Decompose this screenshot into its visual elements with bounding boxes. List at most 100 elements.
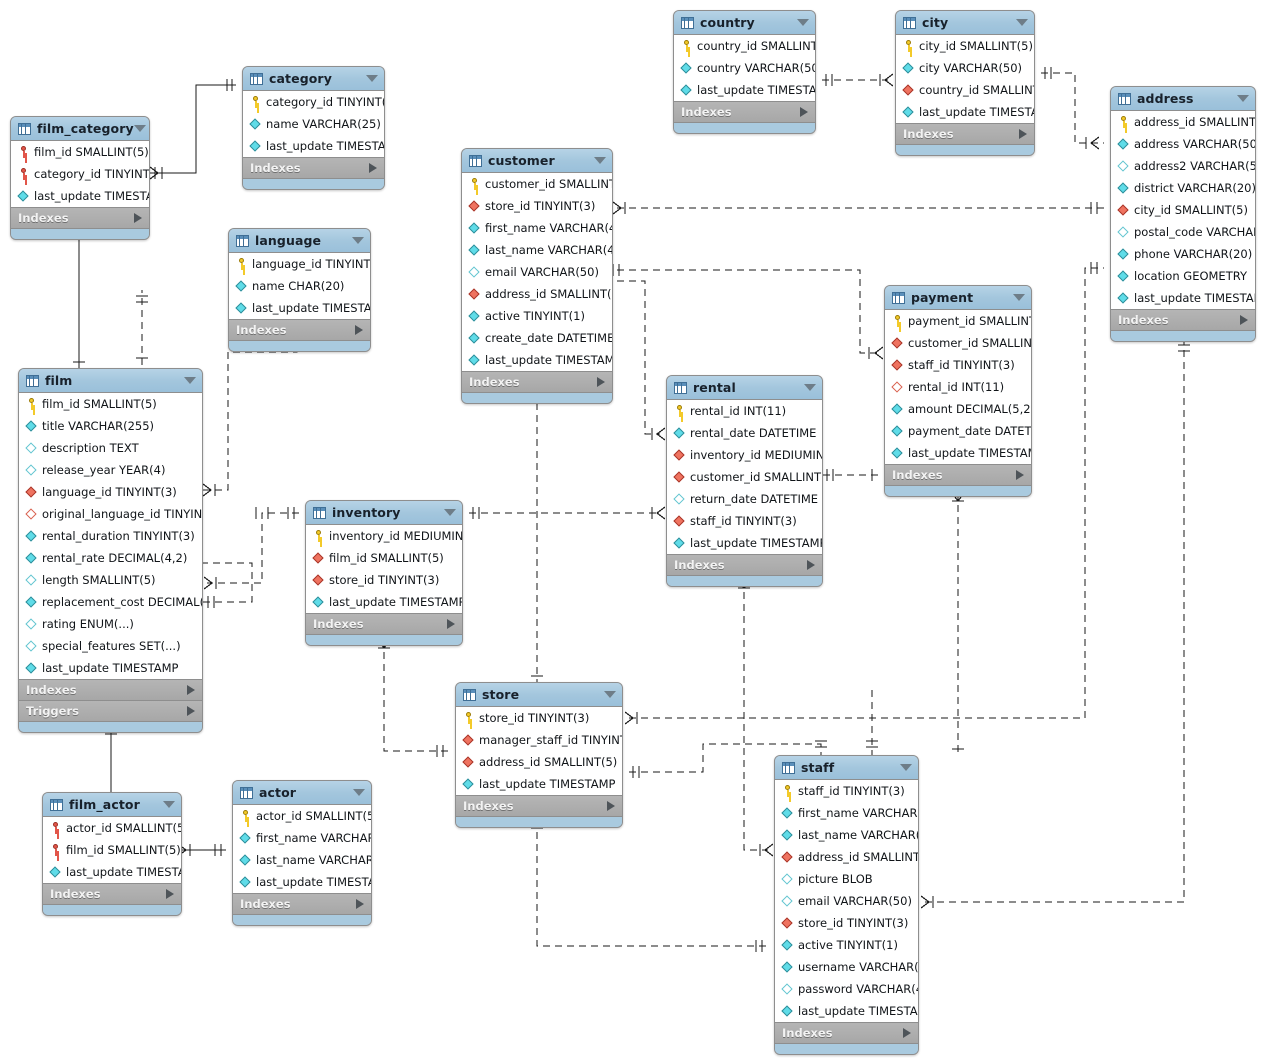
column-row[interactable]: city VARCHAR(50): [896, 57, 1034, 79]
column-row[interactable]: email VARCHAR(50): [462, 261, 612, 283]
subrow-indexes[interactable]: Indexes: [233, 894, 371, 915]
subrow-indexes[interactable]: Indexes: [775, 1023, 918, 1044]
table-header-city[interactable]: city: [896, 11, 1034, 35]
column-row[interactable]: language_id TINYINT(3): [229, 253, 370, 275]
table-header-category[interactable]: category: [243, 67, 384, 91]
column-row[interactable]: country_id SMALLINT(5): [896, 79, 1034, 101]
expand-triangle-icon[interactable]: [807, 560, 815, 570]
column-row[interactable]: rating ENUM(...): [19, 613, 202, 635]
column-row[interactable]: email VARCHAR(50): [775, 890, 918, 912]
column-row[interactable]: last_update TIMESTAMP: [456, 773, 622, 795]
expand-triangle-icon[interactable]: [800, 107, 808, 117]
expand-triangle-icon[interactable]: [597, 377, 605, 387]
expand-triangle-icon[interactable]: [447, 619, 455, 629]
table-rental[interactable]: rental rental_id INT(11) rental_date DATET…: [666, 375, 823, 587]
expand-triangle-icon[interactable]: [1016, 470, 1024, 480]
expand-triangle-icon[interactable]: [1019, 129, 1027, 139]
table-category[interactable]: category category_id TINYINT(3) name VARCH…: [242, 66, 385, 190]
column-row[interactable]: active TINYINT(1): [462, 305, 612, 327]
expand-triangle-icon[interactable]: [1240, 315, 1248, 325]
chevron-down-icon[interactable]: [184, 377, 196, 384]
expand-triangle-icon[interactable]: [355, 325, 363, 335]
column-row[interactable]: return_date DATETIME: [667, 488, 822, 510]
chevron-down-icon[interactable]: [352, 237, 364, 244]
column-row[interactable]: first_name VARCHAR(45): [233, 827, 371, 849]
chevron-down-icon[interactable]: [163, 801, 175, 808]
chevron-down-icon[interactable]: [1016, 19, 1028, 26]
expand-triangle-icon[interactable]: [134, 213, 142, 223]
column-row[interactable]: customer_id SMALLINT(5): [667, 466, 822, 488]
column-row[interactable]: picture BLOB: [775, 868, 918, 890]
column-row[interactable]: last_update TIMESTAMP: [11, 185, 149, 207]
column-row[interactable]: staff_id TINYINT(3): [667, 510, 822, 532]
column-row[interactable]: name VARCHAR(25): [243, 113, 384, 135]
table-header-film[interactable]: film: [19, 369, 202, 393]
column-row[interactable]: customer_id SMALLINT(5): [885, 332, 1031, 354]
table-store[interactable]: store store_id TINYINT(3) manager_staff_id…: [455, 682, 623, 828]
column-row[interactable]: last_update TIMESTAMP: [462, 349, 612, 371]
column-row[interactable]: last_update TIMESTAMP: [1111, 287, 1255, 309]
column-row[interactable]: store_id TINYINT(3): [775, 912, 918, 934]
column-row[interactable]: active TINYINT(1): [775, 934, 918, 956]
table-header-language[interactable]: language: [229, 229, 370, 253]
column-row[interactable]: last_update TIMESTAMP: [243, 135, 384, 157]
column-row[interactable]: payment_date DATETIME: [885, 420, 1031, 442]
chevron-down-icon[interactable]: [604, 691, 616, 698]
subrow-indexes[interactable]: Indexes: [885, 465, 1031, 486]
chevron-down-icon[interactable]: [366, 75, 378, 82]
expand-triangle-icon[interactable]: [369, 163, 377, 173]
column-row[interactable]: username VARCHAR(16): [775, 956, 918, 978]
chevron-down-icon[interactable]: [797, 19, 809, 26]
subrow-indexes[interactable]: Indexes: [229, 320, 370, 341]
column-row[interactable]: rental_id INT(11): [885, 376, 1031, 398]
column-row[interactable]: address_id SMALLINT(5): [1111, 111, 1255, 133]
column-row[interactable]: last_name VARCHAR(45): [775, 824, 918, 846]
table-header-address[interactable]: address: [1111, 87, 1255, 111]
table-header-customer[interactable]: customer: [462, 149, 612, 173]
table-header-film_actor[interactable]: film_actor: [43, 793, 181, 817]
subrow-triggers[interactable]: Triggers: [19, 701, 202, 722]
expand-triangle-icon[interactable]: [187, 685, 195, 695]
column-row[interactable]: category_id TINYINT(3): [243, 91, 384, 113]
table-header-film_category[interactable]: film_category: [11, 117, 149, 141]
column-row[interactable]: actor_id SMALLINT(5): [233, 805, 371, 827]
column-row[interactable]: title VARCHAR(255): [19, 415, 202, 437]
column-row[interactable]: customer_id SMALLINT(5): [462, 173, 612, 195]
column-row[interactable]: description TEXT: [19, 437, 202, 459]
column-row[interactable]: district VARCHAR(20): [1111, 177, 1255, 199]
subrow-indexes[interactable]: Indexes: [19, 680, 202, 701]
eer-diagram-canvas[interactable]: film_category film_id SMALLINT(5) category…: [0, 0, 1268, 1059]
column-row[interactable]: address_id SMALLINT(5): [456, 751, 622, 773]
column-row[interactable]: last_update TIMESTAMP: [233, 871, 371, 893]
table-header-actor[interactable]: actor: [233, 781, 371, 805]
table-actor[interactable]: actor actor_id SMALLINT(5) first_name VARC…: [232, 780, 372, 926]
subrow-indexes[interactable]: Indexes: [1111, 310, 1255, 331]
column-row[interactable]: inventory_id MEDIUMINT(8): [667, 444, 822, 466]
table-film[interactable]: film film_id SMALLINT(5) title VARCHAR(255…: [18, 368, 203, 733]
table-city[interactable]: city city_id SMALLINT(5) city VARCHAR(50) c…: [895, 10, 1035, 156]
chevron-down-icon[interactable]: [594, 157, 606, 164]
subrow-indexes[interactable]: Indexes: [456, 796, 622, 817]
column-row[interactable]: length SMALLINT(5): [19, 569, 202, 591]
column-row[interactable]: country_id SMALLINT(5): [674, 35, 815, 57]
column-row[interactable]: store_id TINYINT(3): [462, 195, 612, 217]
column-row[interactable]: inventory_id MEDIUMINT(8): [306, 525, 462, 547]
column-row[interactable]: last_name VARCHAR(45): [462, 239, 612, 261]
column-row[interactable]: rental_duration TINYINT(3): [19, 525, 202, 547]
column-row[interactable]: address VARCHAR(50): [1111, 133, 1255, 155]
chevron-down-icon[interactable]: [1013, 294, 1025, 301]
table-payment[interactable]: payment payment_id SMALLINT(5) customer_id…: [884, 285, 1032, 497]
column-row[interactable]: last_update TIMESTAMP: [19, 657, 202, 679]
column-row[interactable]: last_update TIMESTAMP: [896, 101, 1034, 123]
expand-triangle-icon[interactable]: [187, 706, 195, 716]
table-header-inventory[interactable]: inventory: [306, 501, 462, 525]
table-header-store[interactable]: store: [456, 683, 622, 707]
column-row[interactable]: film_id SMALLINT(5): [11, 141, 149, 163]
column-row[interactable]: city_id SMALLINT(5): [896, 35, 1034, 57]
column-row[interactable]: category_id TINYINT(3): [11, 163, 149, 185]
column-row[interactable]: address2 VARCHAR(50): [1111, 155, 1255, 177]
column-row[interactable]: address_id SMALLINT(5): [462, 283, 612, 305]
column-row[interactable]: last_update TIMESTAMP: [667, 532, 822, 554]
column-row[interactable]: first_name VARCHAR(45): [462, 217, 612, 239]
column-row[interactable]: phone VARCHAR(20): [1111, 243, 1255, 265]
